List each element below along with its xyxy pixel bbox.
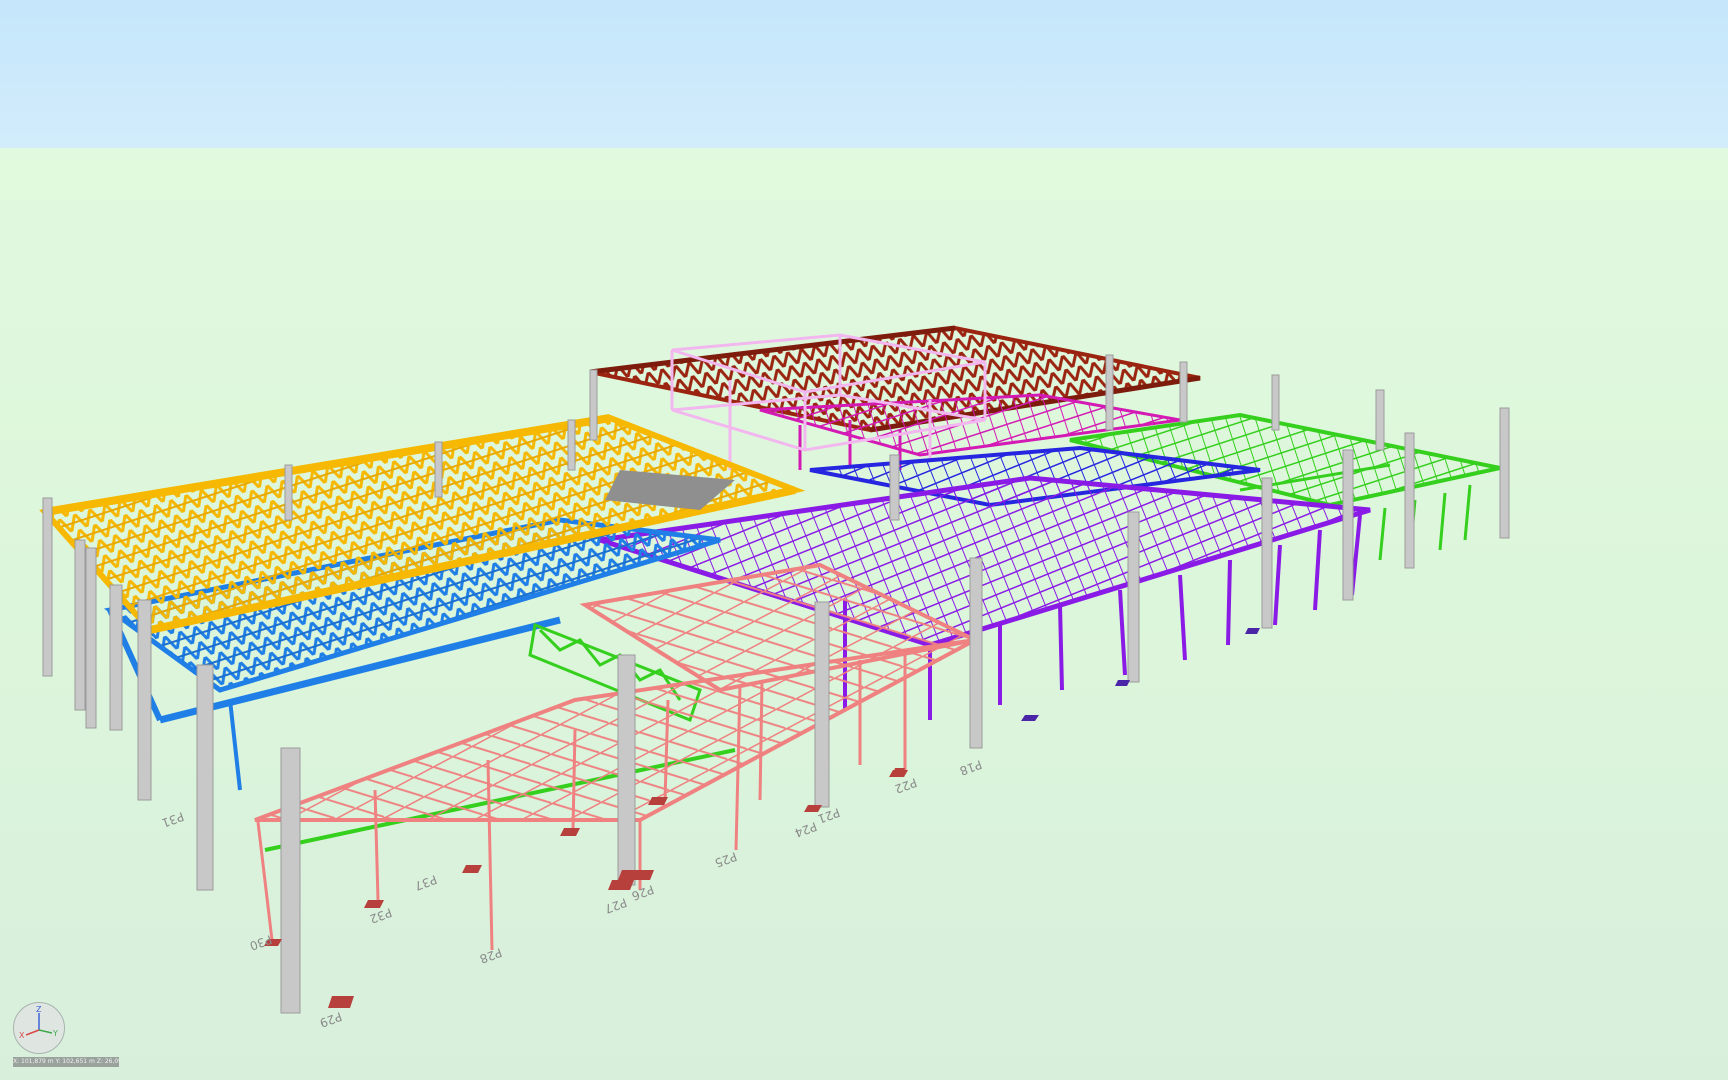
pillar-label-p31: P31 [160, 809, 186, 830]
pillar-label-p32: P32 [368, 905, 394, 926]
structural-model[interactable]: P29P28P30P27P26P25P24P21P22P31P37P32P18 [0, 0, 1728, 1080]
pillar-label-p29: P29 [318, 1009, 344, 1030]
pillar-label-p24: P24 [793, 819, 819, 840]
z-axis-label: Z [36, 1005, 42, 1014]
y-axis-label: Y [52, 1029, 58, 1038]
pillar-label-p27: P27 [603, 895, 629, 916]
coordinate-readout: X: 101,879 m Y: 102,651 m Z: 26,096 m [13, 1057, 119, 1067]
pillar-label-p25: P25 [713, 849, 739, 870]
pillar-label-p30: P30 [248, 932, 274, 953]
pillar-label-p37: P37 [413, 872, 439, 893]
axis-gizmo[interactable]: Z X Y [13, 1002, 65, 1054]
3d-viewport[interactable]: P29 P28 P30 P27 P26 P25 P24 P21 P22 P31 P37 P32 P18 … [0, 0, 1728, 1080]
x-axis-label: X [19, 1031, 25, 1040]
y-axis-line [38, 1029, 53, 1034]
pillar-label-p28: P28 [478, 945, 504, 966]
pillar-label-p22: P22 [893, 775, 919, 796]
pillar-label-p18: P18 [958, 757, 984, 778]
x-axis-line [25, 1029, 40, 1036]
